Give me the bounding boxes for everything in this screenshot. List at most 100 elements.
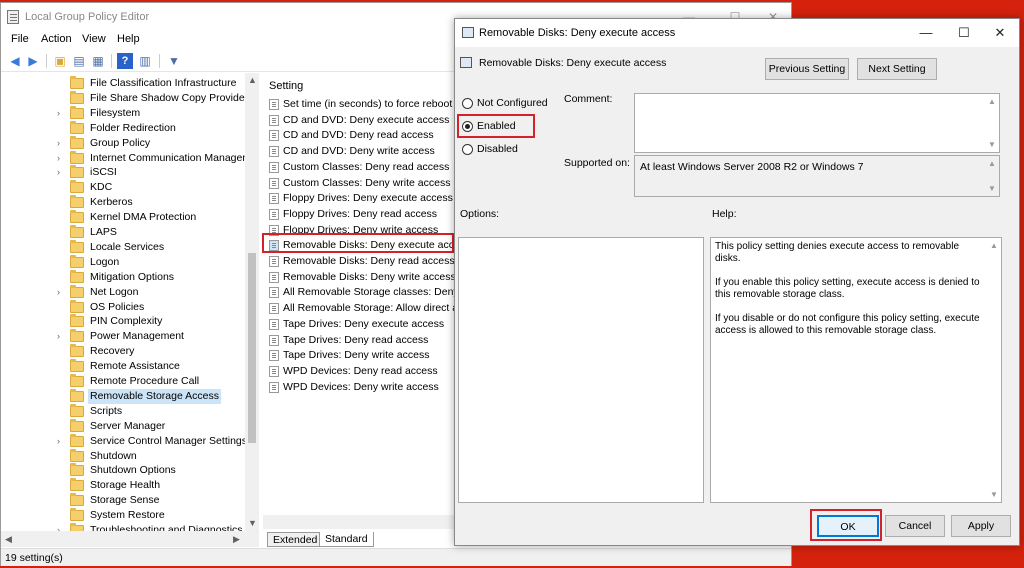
tree-item[interactable]: Recovery [1,344,245,359]
comment-scrollbar[interactable]: ▲ ▼ [985,94,999,152]
policy-setting-icon [269,256,279,267]
folder-icon [70,135,84,149]
apply-button[interactable]: Apply [951,515,1011,537]
toolbar-separator [159,54,160,68]
tree-item[interactable]: Removable Storage Access [1,388,245,404]
tree-item[interactable]: Server Manager [1,418,245,434]
scroll-left-icon[interactable]: ◀ [5,534,12,545]
tree-item[interactable]: Remote Assistance [1,359,245,374]
tree-item[interactable]: System Restore [1,508,245,523]
back-arrow-icon[interactable]: ◀ [7,53,23,69]
help-icon[interactable]: ? [117,53,133,69]
tree-item[interactable]: Shutdown [1,448,245,464]
show-hide-tree-icon[interactable]: ▤ [71,53,87,69]
chevron-right-icon[interactable]: › [57,106,60,121]
filter-icon[interactable]: ▼ [166,53,182,69]
list-horizontal-scrollbar[interactable] [263,515,455,529]
scroll-up-icon[interactable]: ▲ [988,159,996,168]
tree-item-label: Server Manager [90,419,166,432]
menu-file[interactable]: File [11,33,29,45]
tree-item[interactable]: Locale Services [1,239,245,255]
supported-scrollbar[interactable]: ▲ ▼ [985,156,999,196]
radio-circle[interactable] [462,144,473,155]
radio-circle[interactable] [462,98,473,109]
previous-setting-button[interactable]: Previous Setting [765,58,849,80]
tree-item[interactable]: Storage Sense [1,493,245,508]
dialog-minimize-button[interactable]: — [907,23,945,43]
tree-item[interactable]: Logon [1,254,245,270]
forward-arrow-icon[interactable]: ▶ [25,53,41,69]
tree-item-label: Internet Communication Managem [90,151,252,164]
tree-item[interactable]: File Classification Infrastructure [1,76,245,91]
tree-item[interactable]: › Net Logon [1,284,245,300]
tree-item[interactable]: › Filesystem [1,105,245,121]
export-list-icon[interactable]: ▦ [90,53,106,69]
folder-icon [70,508,84,522]
tree-item[interactable]: › Internet Communication Managem [1,150,251,166]
tree-item[interactable]: Kernel DMA Protection [1,210,245,225]
tree-horizontal-scrollbar[interactable]: ◀ ▶ [1,531,259,547]
tree-item[interactable]: Storage Health [1,478,245,493]
dialog-close-button[interactable]: ✕ [981,23,1019,43]
chevron-right-icon[interactable]: › [57,329,60,344]
folder-icon [70,299,84,313]
menu-help[interactable]: Help [117,33,140,45]
scroll-up-icon[interactable]: ▲ [990,241,998,250]
scroll-down-icon[interactable]: ▼ [988,184,996,193]
scroll-up-icon[interactable]: ▲ [988,97,996,106]
dialog-maximize-button[interactable]: ☐ [945,23,983,43]
tree-item[interactable]: › Power Management [1,329,245,344]
chevron-right-icon[interactable]: › [57,165,60,180]
tree-item[interactable]: Shutdown Options [1,463,245,478]
chevron-right-icon[interactable]: › [57,151,60,166]
chevron-right-icon[interactable]: › [57,136,60,151]
radio-circle-selected[interactable] [462,121,473,132]
chevron-right-icon[interactable]: › [57,434,60,449]
tree-item-label: Storage Sense [90,494,160,507]
tree-item[interactable]: Scripts [1,403,245,419]
tree-item-label: Remote Procedure Call [90,375,200,387]
tree-item[interactable]: File Share Shadow Copy Provider [1,90,248,106]
tab-standard[interactable]: Standard [319,532,374,547]
scroll-down-icon[interactable]: ▼ [990,490,998,499]
setting-label: CD and DVD: Deny read access [283,129,434,142]
comment-textarea[interactable]: ▲ ▼ [634,93,1000,153]
tree-scroll-thumb[interactable] [248,253,256,443]
folder-up-icon[interactable]: ▣ [52,53,68,69]
folder-icon [70,210,84,224]
scroll-right-icon[interactable]: ▶ [233,534,240,545]
chevron-right-icon[interactable]: › [57,285,60,300]
help-paragraph: If you disable or do not configure this … [715,313,980,336]
tree-item[interactable]: › Service Control Manager Settings [1,433,247,449]
scroll-down-icon[interactable]: ▼ [988,140,996,149]
dialog-title: Removable Disks: Deny execute access [479,27,676,39]
view-tabs: Extended Standard [263,531,455,547]
scroll-up-icon[interactable]: ▲ [248,75,257,85]
next-setting-button[interactable]: Next Setting [857,58,937,80]
ok-button[interactable]: OK [817,515,879,537]
scroll-down-icon[interactable]: ▼ [248,518,257,528]
setting-column-header[interactable]: Setting [269,80,303,92]
tree-item[interactable]: Mitigation Options [1,269,245,285]
tree-item[interactable]: PIN Complexity [1,314,245,329]
tab-extended[interactable]: Extended [267,532,324,547]
tree-item[interactable]: › iSCSI [1,165,245,180]
policy-setting-icon [269,224,279,236]
help-scrollbar[interactable]: ▲ ▼ [987,238,1001,502]
cancel-button[interactable]: Cancel [885,515,945,537]
tree-item[interactable]: LAPS [1,225,245,240]
properties-icon[interactable]: ▥ [137,53,153,69]
tree-item[interactable]: OS Policies [1,299,245,315]
policy-setting-icon [269,208,279,220]
menu-action[interactable]: Action [41,33,72,45]
tree-item[interactable]: Folder Redirection [1,120,245,136]
tree-item-label: Kernel DMA Protection [90,211,197,224]
tree-item[interactable]: › Group Policy [1,135,245,151]
folder-icon [70,284,84,298]
setting-label: Set time (in seconds) to force reboot [283,98,453,110]
menu-view[interactable]: View [82,33,106,45]
toolbar-separator [111,54,112,68]
tree-item[interactable]: Remote Procedure Call [1,374,245,389]
tree-item[interactable]: Kerberos [1,195,245,210]
tree-item[interactable]: KDC [1,180,245,195]
